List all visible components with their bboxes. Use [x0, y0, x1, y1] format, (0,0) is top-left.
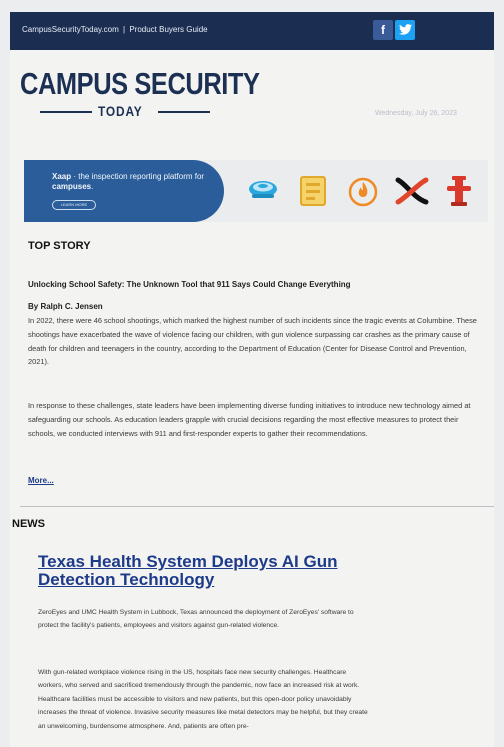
fire-panel-icon	[298, 174, 328, 213]
section-divider	[20, 506, 494, 507]
smoke-detector-icon	[246, 174, 280, 213]
news-heading: NEWS	[12, 518, 45, 530]
news-paragraph-1: ZeroEyes and UMC Health System in Lubboc…	[38, 609, 354, 630]
header-links: CampusSecurityToday.com | Product Buyers…	[22, 25, 208, 34]
banner-icons	[246, 174, 486, 208]
xaap-ad-banner[interactable]: Xaap · the inspection reporting platform…	[24, 160, 488, 222]
banner-text: Xaap · the inspection reporting platform…	[52, 172, 212, 192]
flame-icon	[348, 174, 378, 213]
buyers-guide-link[interactable]: Product Buyers Guide	[129, 25, 207, 34]
top-story-paragraph-2: In response to these challenges, state l…	[28, 401, 471, 438]
banner-tagline: · the inspection reporting platform for	[71, 172, 205, 181]
logo-rule-left	[40, 111, 92, 113]
banner-panel: Xaap · the inspection reporting platform…	[24, 160, 224, 222]
logo-rule-right	[158, 111, 210, 113]
top-story-heading: TOP STORY	[28, 240, 91, 252]
top-bar: CampusSecurityToday.com | Product Buyers…	[10, 12, 494, 50]
xaap-logo-icon	[394, 174, 430, 213]
more-link[interactable]: More...	[28, 476, 54, 485]
top-story-paragraph-1: In 2022, there were 46 school shootings,…	[28, 316, 477, 367]
fire-hydrant-icon	[444, 174, 474, 213]
twitter-icon[interactable]	[395, 20, 415, 40]
link-separator: |	[123, 25, 126, 34]
banner-bold: campuses	[52, 182, 92, 191]
newsletter: CampusSecurityToday.com | Product Buyers…	[10, 12, 494, 747]
banner-end: .	[91, 182, 94, 191]
news-paragraph-2: With gun-related workplace violence risi…	[38, 669, 368, 730]
site-link[interactable]: CampusSecurityToday.com	[22, 25, 119, 34]
top-story-headline[interactable]: Unlocking School Safety: The Unknown Too…	[28, 280, 351, 289]
logo-main-text: CAMPUS SECURITY	[20, 66, 260, 101]
logo-sub: TODAY	[40, 103, 210, 119]
issue-date: Wednesday, July 26, 2023	[375, 110, 457, 117]
learn-more-button[interactable]: LEARN MORE	[52, 200, 96, 210]
byline: By Ralph C. Jensen	[28, 302, 103, 311]
facebook-icon[interactable]: f	[373, 20, 393, 40]
banner-brand: Xaap	[52, 172, 72, 181]
campus-security-today-logo[interactable]: CAMPUS SECURITY TODAY	[20, 66, 260, 119]
logo-sub-text: TODAY	[98, 103, 143, 119]
news-headline-link[interactable]: Texas Health System Deploys AI Gun Detec…	[38, 553, 368, 589]
